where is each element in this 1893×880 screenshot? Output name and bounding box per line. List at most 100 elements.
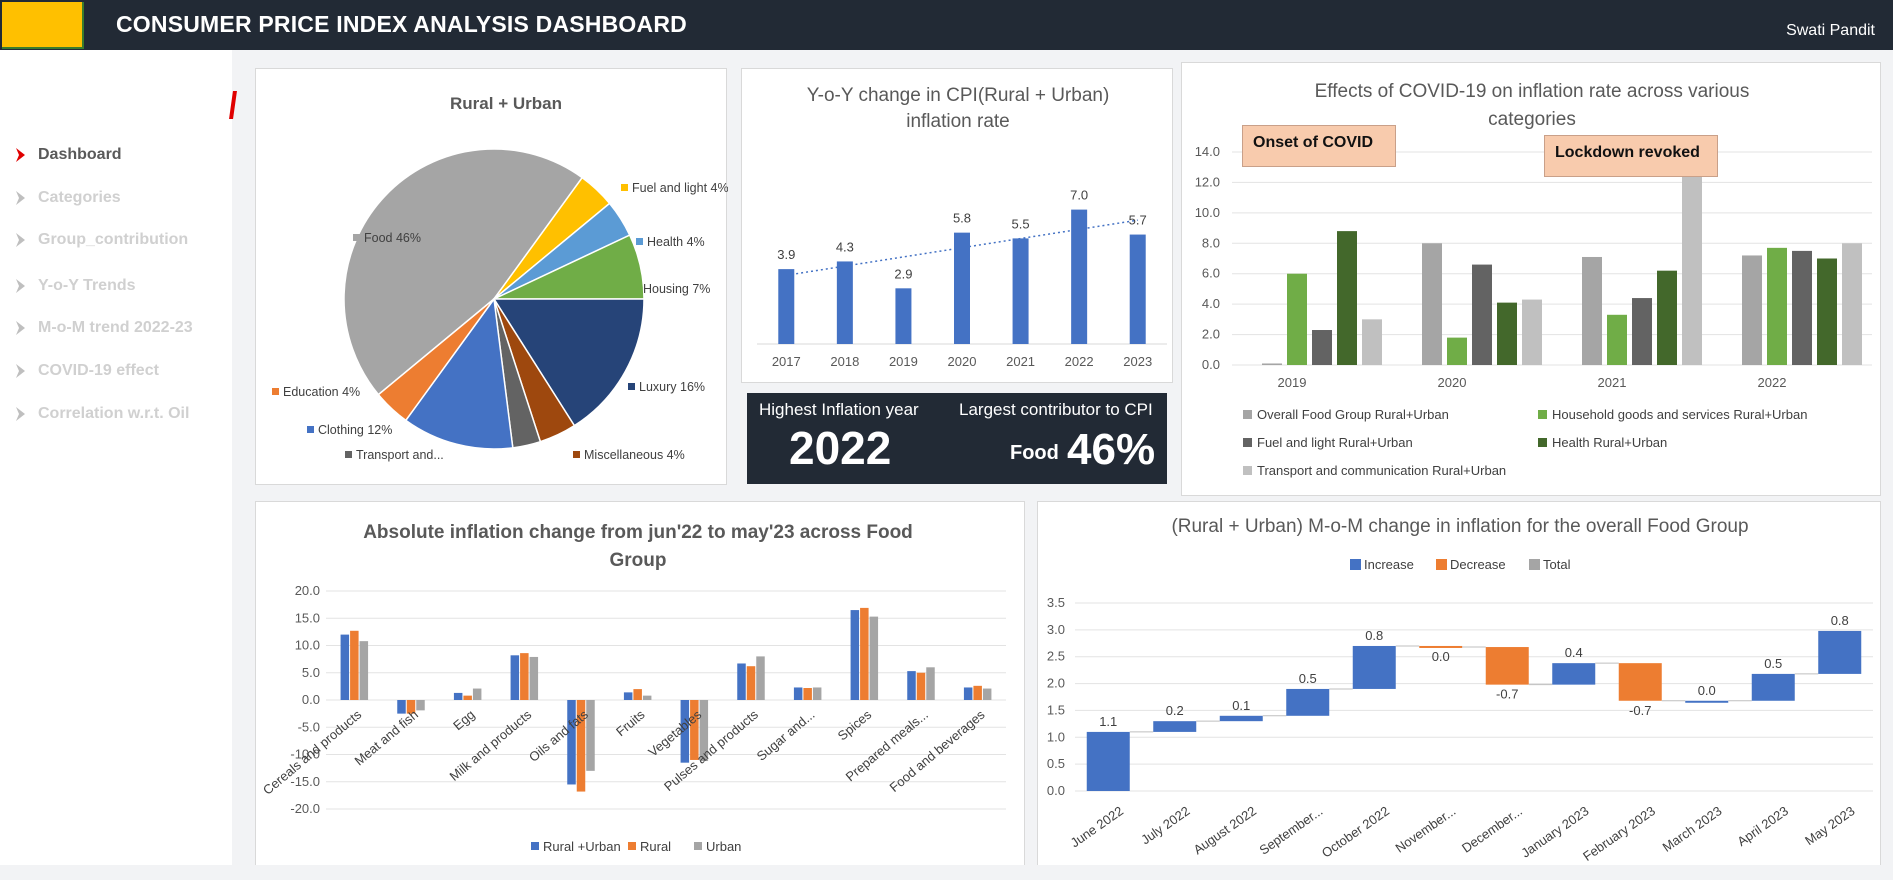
y-tick: 10.0 (295, 638, 320, 653)
kpi-card: Highest Inflation year 2022 Largest cont… (747, 393, 1167, 484)
pie-legend-marker (345, 451, 352, 458)
yoy-value-label: 5.8 (953, 211, 971, 226)
yoy-bar (1129, 234, 1146, 344)
y-tick: 8.0 (1202, 235, 1220, 250)
page-title: CONSUMER PRICE INDEX ANALYSIS DASHBOARD (116, 11, 687, 37)
food-bar (926, 667, 935, 700)
legend-label: Total (1543, 557, 1571, 572)
y-tick: -5.0 (298, 719, 320, 734)
food-bar (510, 655, 520, 700)
food-bar (340, 634, 350, 700)
sidebar-item-label: Y-o-Y Trends (38, 277, 136, 294)
y-tick: 2.5 (1047, 649, 1065, 664)
x-tick: Fruits (613, 706, 648, 739)
pie-legend-marker (573, 451, 580, 458)
legend-marker (1243, 466, 1252, 475)
y-tick: 1.0 (1047, 729, 1065, 744)
food-bar (416, 700, 425, 711)
yoy-bar (954, 232, 970, 344)
yoy-value-label: 7.0 (1070, 188, 1088, 203)
waterfall-bar (1419, 645, 1463, 648)
sidebar-item-label: Dashboard (38, 146, 122, 163)
lockdown-callout: Lockdown revoked (1544, 135, 1718, 177)
legend-marker (1538, 438, 1547, 447)
covid-chart-card: Effects of COVID-19 on inflation rate ac… (1181, 62, 1881, 496)
x-tick: October 2022 (1319, 803, 1392, 860)
yoy-bar (1012, 238, 1029, 344)
pie-slice-label: Health 4% (647, 235, 705, 249)
sidebar-item-group-contribution[interactable]: Group_contribution (14, 228, 188, 252)
chevron-right-icon (16, 191, 25, 205)
food-bar (907, 671, 916, 700)
pie-chart-card: Rural + Urban Food 46% Fuel and light 4% He… (255, 68, 728, 485)
x-tick: Spices (835, 706, 875, 743)
legend-marker (1243, 438, 1252, 447)
covid-bar (1632, 298, 1652, 365)
x-tick: Egg (450, 707, 477, 733)
pie-slice-label: Fuel and light 4% (632, 181, 728, 195)
covid-bar (1582, 256, 1602, 365)
x-tick: February 2023 (1580, 803, 1658, 864)
sidebar-item-yoy-trends[interactable]: Y-o-Y Trends (14, 274, 136, 298)
sidebar: Dashboard Categories Group_contribution … (0, 50, 232, 865)
sidebar-item-correlation-oil[interactable]: Correlation w.r.t. Oil (14, 402, 189, 426)
onset-covid-callout: Onset of COVID (1242, 125, 1396, 167)
user-name: Swati Pandit (1786, 22, 1875, 39)
legend-marker (1436, 559, 1447, 570)
pie-slice-label: Clothing 12% (318, 423, 392, 437)
sidebar-item-mom-trend[interactable]: M-o-M trend 2022-23 (14, 316, 193, 340)
waterfall-value-label: 1.1 (1099, 714, 1117, 729)
covid-bar (1817, 258, 1837, 365)
y-tick: 2.0 (1047, 676, 1065, 691)
sidebar-item-dashboard[interactable]: Dashboard (14, 143, 122, 167)
covid-bar (1522, 299, 1542, 365)
legend-label: Increase (1364, 557, 1414, 572)
sidebar-item-categories[interactable]: Categories (14, 186, 121, 210)
yoy-bar-chart: Y-o-Y change in CPI(Rural + Urban) inflat… (757, 85, 1167, 369)
food-bar (520, 653, 529, 700)
food-bar (623, 692, 633, 700)
food-bar (746, 666, 756, 700)
pie-slice-label: Transport and... (356, 448, 444, 462)
yoy-bar (836, 261, 853, 344)
food-bar (982, 688, 992, 700)
food-bar (737, 663, 746, 700)
legend-label: Rural (640, 839, 671, 854)
legend-label: Transport and communication Rural+Urban (1257, 463, 1506, 478)
food-bar (350, 630, 359, 700)
y-tick: 0.0 (1202, 357, 1220, 372)
x-tick: Pulses and products (661, 706, 761, 794)
chart-title-line2: categories (1488, 109, 1576, 130)
legend-label: Rural +Urban (543, 839, 621, 854)
food-bar (586, 700, 595, 771)
food-bar (529, 656, 539, 700)
yoy-value-label: 3.9 (777, 247, 795, 262)
waterfall-value-label: 0.8 (1831, 613, 1849, 628)
covid-bar (1262, 363, 1282, 365)
sidebar-item-label: M-o-M trend 2022-23 (38, 319, 193, 336)
mom-chart-card: (Rural + Urban) M-o-M change in inflatio… (1037, 501, 1881, 873)
sidebar-item-covid-effect[interactable]: COVID-19 effect (14, 359, 159, 383)
covid-bar (1842, 243, 1862, 365)
waterfall-bar (1086, 731, 1130, 791)
food-bar (642, 695, 652, 700)
x-tick: May 2023 (1802, 803, 1857, 848)
pie-chart: Rural + Urban Food 46% Fuel and light 4% He… (272, 94, 728, 462)
waterfall-value-label: 0.0 (1432, 649, 1450, 664)
pie-slice-label: Housing 7% (643, 282, 710, 296)
food-bar (359, 641, 369, 700)
pie-legend-marker (307, 426, 314, 433)
covid-bar (1792, 250, 1812, 365)
covid-bar (1362, 319, 1382, 365)
chart-title-line2: Group (610, 550, 667, 571)
mom-waterfall-chart: (Rural + Urban) M-o-M change in inflatio… (1047, 516, 1873, 864)
chevron-right-icon (16, 407, 25, 421)
y-tick: 0.5 (1047, 756, 1065, 771)
largest-contributor-label: Largest contributor to CPI (959, 400, 1153, 419)
covid-bar (1657, 270, 1677, 365)
y-tick: 3.0 (1047, 622, 1065, 637)
waterfall-value-label: 0.5 (1764, 656, 1782, 671)
yoy-x-tick: 2022 (1065, 354, 1094, 369)
food-bar (803, 688, 812, 700)
chevron-right-icon (16, 233, 25, 247)
